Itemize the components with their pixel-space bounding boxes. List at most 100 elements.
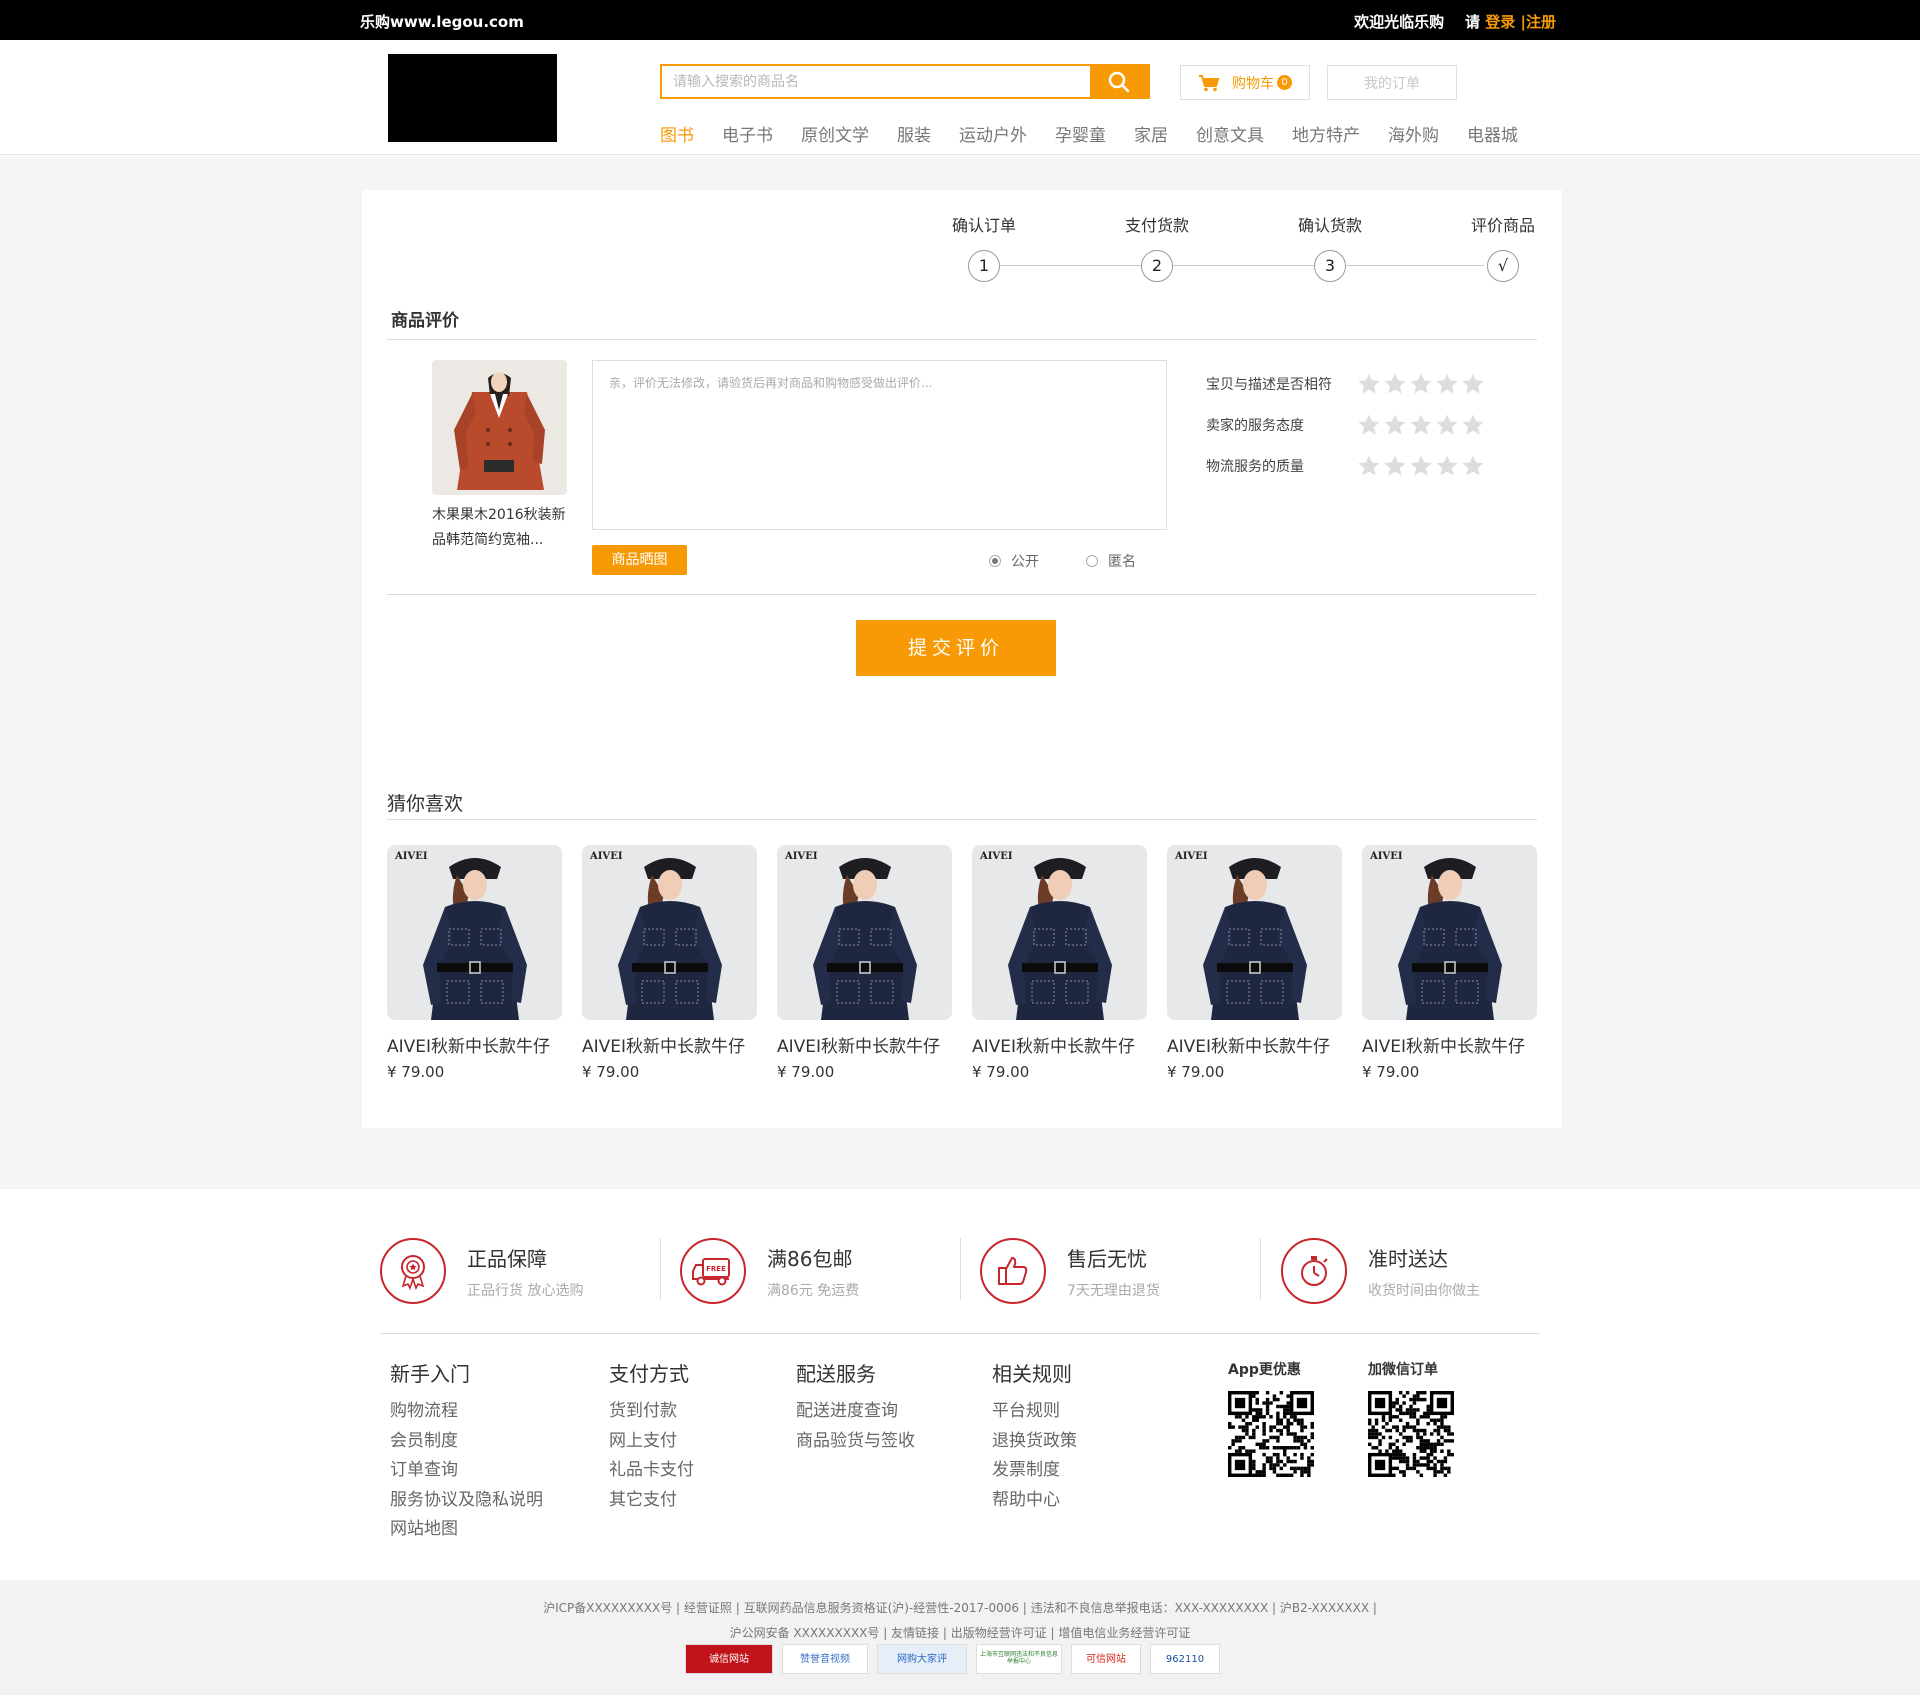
rating-label: 物流服务的质量 <box>1206 459 1304 475</box>
product-card[interactable]: AIVEI AIVEI秋新中长款牛仔 ¥ 79.00 <box>387 845 562 1081</box>
product-thumbnail[interactable]: AIVEI <box>1362 845 1537 1020</box>
cart-button[interactable]: 购物车 0 <box>1180 65 1310 100</box>
footer-link[interactable]: 商品验货与签收 <box>796 1427 915 1457</box>
footer-link[interactable]: 礼品卡支付 <box>609 1456 694 1486</box>
star-icon[interactable] <box>1434 413 1460 437</box>
product-image[interactable] <box>432 360 567 495</box>
product-name[interactable]: AIVEI秋新中长款牛仔 <box>1362 1032 1537 1057</box>
upload-photo-button[interactable]: 商品晒图 <box>592 545 687 575</box>
footer-link[interactable]: 平台规则 <box>992 1397 1077 1427</box>
certification-badge[interactable]: 诚信网站 <box>685 1644 773 1674</box>
product-name: 木果果木2016秋装新品韩范简约宽袖... <box>432 507 566 548</box>
star-icon[interactable] <box>1356 454 1382 478</box>
nav-item[interactable]: 家居 <box>1134 121 1168 146</box>
nav-item[interactable]: 孕婴童 <box>1055 121 1106 146</box>
search-button[interactable] <box>1090 66 1148 97</box>
search-icon <box>1108 71 1130 92</box>
footer-link[interactable]: 网上支付 <box>609 1427 694 1457</box>
star-icon[interactable] <box>1382 413 1408 437</box>
product-thumbnail[interactable]: AIVEI <box>582 845 757 1020</box>
submit-review-button[interactable]: 提交评价 <box>856 620 1056 676</box>
certification-badge[interactable]: 962110 <box>1150 1644 1220 1674</box>
star-icon[interactable] <box>1408 454 1434 478</box>
step-circle: √ <box>1487 250 1519 282</box>
nav-item[interactable]: 地方特产 <box>1292 121 1360 146</box>
cart-count-badge: 0 <box>1277 75 1292 90</box>
nav-item[interactable]: 电子书 <box>722 121 773 146</box>
footer-link[interactable]: 配送进度查询 <box>796 1397 915 1427</box>
star-icon[interactable] <box>1434 454 1460 478</box>
star-icon[interactable] <box>1460 454 1486 478</box>
product-name[interactable]: AIVEI秋新中长款牛仔 <box>777 1032 952 1057</box>
product-card[interactable]: AIVEI AIVEI秋新中长款牛仔 ¥ 79.00 <box>972 845 1147 1081</box>
product-thumbnail[interactable]: AIVEI <box>387 845 562 1020</box>
product-name[interactable]: AIVEI秋新中长款牛仔 <box>387 1032 562 1057</box>
star-icon[interactable] <box>1408 372 1434 396</box>
certification-badges: 诚信网站 赞誉音视频 网购大家评 上海市互联网违法和不良信息举报中心 可信网站 96211… <box>685 1644 1229 1674</box>
product-thumbnail[interactable]: AIVEI <box>777 845 952 1020</box>
radio-indicator[interactable] <box>989 555 1001 567</box>
footer-link[interactable]: 退换货政策 <box>992 1427 1077 1457</box>
footer-link[interactable]: 订单查询 <box>390 1456 543 1486</box>
star-icon[interactable] <box>1382 372 1408 396</box>
nav-item[interactable]: 图书 <box>660 121 694 146</box>
footer-link[interactable]: 发票制度 <box>992 1456 1077 1486</box>
cart-icon <box>1199 74 1220 91</box>
product-thumbnail[interactable]: AIVEI <box>1167 845 1342 1020</box>
feature-text: 满86包邮 满86元 免运费 <box>767 1243 859 1300</box>
logo[interactable] <box>388 54 557 142</box>
nav-item[interactable]: 原创文学 <box>801 121 869 146</box>
nav-item[interactable]: 海外购 <box>1388 121 1439 146</box>
product-card[interactable]: AIVEI AIVEI秋新中长款牛仔 ¥ 79.00 <box>777 845 952 1081</box>
radio-indicator[interactable] <box>1086 555 1098 567</box>
nav-item[interactable]: 运动户外 <box>959 121 1027 146</box>
footer-link[interactable]: 帮助中心 <box>992 1486 1077 1516</box>
footer-link[interactable]: 网站地图 <box>390 1515 543 1545</box>
step-circle: 1 <box>968 250 1000 282</box>
star-icon[interactable] <box>1434 372 1460 396</box>
review-textarea[interactable] <box>592 360 1167 530</box>
nav-item[interactable]: 服装 <box>897 121 931 146</box>
nav-item[interactable]: 电器城 <box>1467 121 1518 146</box>
footer-link[interactable]: 会员制度 <box>390 1427 543 1457</box>
product-card[interactable]: AIVEI AIVEI秋新中长款牛仔 ¥ 79.00 <box>1167 845 1342 1081</box>
feature-text: 准时送达 收货时间由你做主 <box>1368 1243 1480 1300</box>
radio-public[interactable]: 公开 <box>989 551 1039 571</box>
certification-badge[interactable]: 上海市互联网违法和不良信息举报中心 <box>976 1644 1062 1674</box>
product-name[interactable]: AIVEI秋新中长款牛仔 <box>1167 1032 1342 1057</box>
star-icon[interactable] <box>1408 413 1434 437</box>
search-box <box>660 64 1150 99</box>
footer-link[interactable]: 购物流程 <box>390 1397 543 1427</box>
footer-column: 新手入门 购物流程 会员制度 订单查询 服务协议及隐私说明 网站地图 <box>390 1358 543 1545</box>
product-name[interactable]: AIVEI秋新中长款牛仔 <box>582 1032 757 1057</box>
star-icon[interactable] <box>1382 454 1408 478</box>
product-name[interactable]: AIVEI秋新中长款牛仔 <box>972 1032 1147 1057</box>
footer-link[interactable]: 其它支付 <box>609 1486 694 1516</box>
star-icon[interactable] <box>1460 372 1486 396</box>
register-link[interactable]: 注册 <box>1526 13 1556 31</box>
step-circle: 2 <box>1141 250 1173 282</box>
star-icon[interactable] <box>1460 413 1486 437</box>
certification-badge[interactable]: 网购大家评 <box>877 1644 967 1674</box>
star-icon[interactable] <box>1356 372 1382 396</box>
footer-link[interactable]: 货到付款 <box>609 1397 694 1427</box>
service-feature: 正品保障 正品行货 放心选购 <box>380 1238 583 1304</box>
search-input[interactable] <box>662 66 1092 97</box>
product-thumbnail[interactable]: AIVEI <box>972 845 1147 1020</box>
footer-column: 配送服务 配送进度查询 商品验货与签收 <box>796 1358 915 1456</box>
nav-item[interactable]: 创意文具 <box>1196 121 1264 146</box>
product-card[interactable]: AIVEI AIVEI秋新中长款牛仔 ¥ 79.00 <box>1362 845 1537 1081</box>
radio-anonymous[interactable]: 匿名 <box>1086 551 1136 571</box>
welcome-text: 欢迎光临乐购 <box>1354 13 1445 31</box>
star-icon[interactable] <box>1356 413 1382 437</box>
service-feature: 准时送达 收货时间由你做主 <box>1281 1238 1480 1304</box>
login-link[interactable]: 登录 <box>1485 13 1515 31</box>
feature-text: 售后无忧 7天无理由退货 <box>1067 1243 1160 1300</box>
medal-icon <box>380 1238 446 1304</box>
certification-badge[interactable]: 赞誉音视频 <box>782 1644 868 1674</box>
footer-column-title: 相关规则 <box>992 1362 1072 1386</box>
product-card[interactable]: AIVEI AIVEI秋新中长款牛仔 ¥ 79.00 <box>582 845 757 1081</box>
certification-badge[interactable]: 可信网站 <box>1071 1644 1141 1674</box>
my-orders-button[interactable]: 我的订单 <box>1327 65 1457 100</box>
footer-link[interactable]: 服务协议及隐私说明 <box>390 1486 543 1516</box>
